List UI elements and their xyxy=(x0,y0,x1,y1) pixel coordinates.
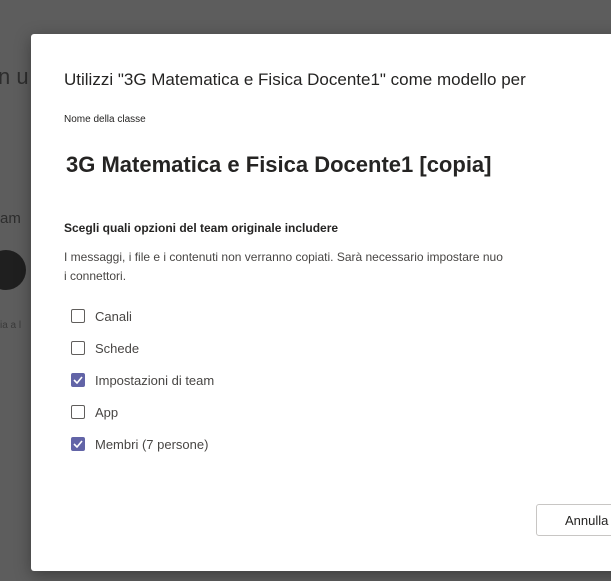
class-name-label: Nome della classe xyxy=(64,114,146,125)
option-canali[interactable]: Canali xyxy=(71,308,214,324)
option-impostazioni-di-team[interactable]: Impostazioni di team xyxy=(71,372,214,388)
options-checklist: Canali Schede Impostazioni di team App M… xyxy=(71,308,214,468)
options-description: I messaggi, i file e i contenuti non ver… xyxy=(64,248,611,286)
screen: n u am ia a l Utilizzi "3G Matematica e … xyxy=(0,0,611,581)
option-label: Schede xyxy=(95,340,140,356)
checkbox[interactable] xyxy=(71,309,85,323)
create-team-dialog: Utilizzi "3G Matematica e Fisica Docente… xyxy=(31,34,611,571)
option-label: App xyxy=(95,404,119,420)
background-text-fragment: n u xyxy=(0,64,29,89)
checkbox[interactable] xyxy=(71,373,85,387)
background-text-fragment: am xyxy=(0,210,21,227)
checkmark-icon xyxy=(73,376,83,384)
background-avatar xyxy=(0,250,26,290)
cancel-button[interactable]: Annulla xyxy=(536,504,611,536)
option-app[interactable]: App xyxy=(71,404,214,420)
option-label: Membri (7 persone) xyxy=(95,436,209,452)
checkmark-icon xyxy=(73,440,83,448)
dialog-title: Utilizzi "3G Matematica e Fisica Docente… xyxy=(64,70,526,89)
class-name-field[interactable]: 3G Matematica e Fisica Docente1 [copia] xyxy=(66,152,492,178)
options-description-line: I messaggi, i file e i contenuti non ver… xyxy=(64,250,503,264)
option-label: Canali xyxy=(95,308,132,324)
background-text-fragment: ia a l xyxy=(0,320,22,331)
option-membri[interactable]: Membri (7 persone) xyxy=(71,436,214,452)
options-description-line: i connettori. xyxy=(64,269,127,283)
checkbox[interactable] xyxy=(71,437,85,451)
option-schede[interactable]: Schede xyxy=(71,340,214,356)
checkbox[interactable] xyxy=(71,405,85,419)
options-heading: Scegli quali opzioni del team originale … xyxy=(64,221,339,235)
option-label: Impostazioni di team xyxy=(95,372,215,388)
checkbox[interactable] xyxy=(71,341,85,355)
